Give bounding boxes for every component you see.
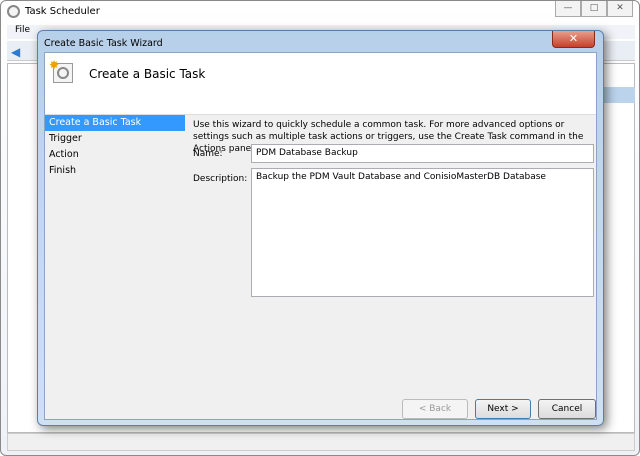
- description-input[interactable]: Backup the PDM Vault Database and Conisi…: [251, 168, 594, 297]
- wizard-steps: Create a Basic Task Trigger Action Finis…: [45, 115, 185, 179]
- name-label: Name:: [193, 149, 223, 159]
- cancel-button[interactable]: Cancel: [538, 399, 596, 419]
- minimize-button[interactable]: —: [555, 1, 581, 17]
- name-input[interactable]: PDM Database Backup: [251, 144, 594, 163]
- new-star-icon: ✸: [49, 58, 60, 72]
- wizard-heading: Create a Basic Task: [89, 67, 206, 81]
- next-button[interactable]: Next >: [475, 399, 531, 419]
- create-basic-task-wizard: Create Basic Task Wizard ✕ ✸ Create a Ba…: [37, 30, 604, 426]
- back-arrow-icon[interactable]: ◀: [11, 45, 20, 59]
- dialog-close-button[interactable]: ✕: [552, 31, 595, 48]
- actions-pane-header[interactable]: [599, 87, 635, 103]
- maximize-button[interactable]: □: [581, 1, 607, 17]
- wizard-header: ✸ Create a Basic Task: [45, 53, 596, 115]
- step-trigger[interactable]: Trigger: [45, 131, 185, 147]
- clock-icon: [7, 5, 20, 18]
- close-button[interactable]: ✕: [607, 1, 633, 17]
- step-finish[interactable]: Finish: [45, 163, 185, 179]
- menu-file[interactable]: File: [15, 25, 30, 35]
- dialog-title: Create Basic Task Wizard: [44, 38, 163, 49]
- step-action[interactable]: Action: [45, 147, 185, 163]
- step-create-basic-task[interactable]: Create a Basic Task: [45, 115, 185, 131]
- description-label: Description:: [193, 174, 248, 184]
- status-bar: [7, 433, 635, 451]
- window-title: Task Scheduler: [25, 6, 100, 17]
- back-button[interactable]: < Back: [402, 399, 468, 419]
